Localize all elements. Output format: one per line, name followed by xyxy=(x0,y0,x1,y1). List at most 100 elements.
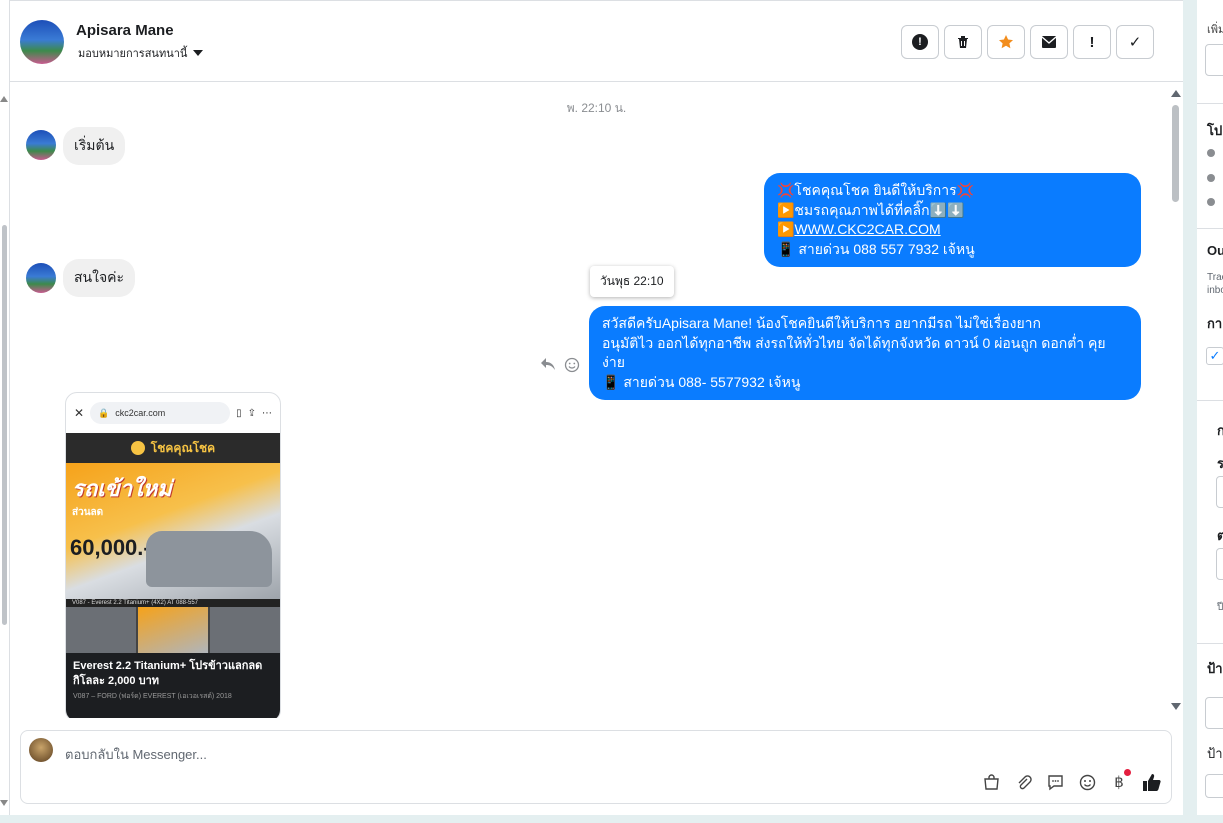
page-avatar xyxy=(29,738,53,762)
panel-input[interactable] xyxy=(1216,548,1223,580)
emoji-react-icon[interactable] xyxy=(564,357,580,373)
notification-dot xyxy=(1124,769,1131,776)
message-line: อนุมัติไว ออกได้ทุกอาชีพ ส่งรถให้ทั่วไทย… xyxy=(602,334,1106,371)
preview-subtitle: V087 – FORD (ฟอร์ด) EVEREST (เอเวอเรสต์)… xyxy=(73,693,232,700)
incoming-message[interactable]: เริ่มต้น xyxy=(63,127,126,165)
star-icon xyxy=(999,35,1013,49)
message-text: ▶️ชมรถคุณภาพได้ที่คลิ๊ก⬇️⬇️ xyxy=(777,201,965,218)
chat-scrollbar[interactable] xyxy=(1170,83,1182,718)
site-logo-icon xyxy=(130,441,145,455)
location-icon xyxy=(1207,198,1215,206)
reply-input[interactable]: ตอบกลับใน Messenger... xyxy=(65,744,207,765)
avatar[interactable] xyxy=(20,20,64,64)
checkbox-checked[interactable]: ✓ xyxy=(1206,347,1223,365)
panel-section-title: กา xyxy=(1207,316,1223,331)
panel-label: ป้า xyxy=(1207,746,1223,761)
reply-composer: ตอบกลับใน Messenger... ฿ xyxy=(20,730,1172,804)
panel-text: inbo xyxy=(1207,285,1223,296)
alert-circle-icon: ! xyxy=(912,34,928,50)
car-image xyxy=(146,531,272,587)
panel-section-title: ป้า xyxy=(1207,661,1223,676)
chevron-down-icon xyxy=(193,50,204,56)
left-scrollbar[interactable] xyxy=(0,0,10,815)
message-line: สวัสดีครับApisara Mane! น้องโชคยินดีให้บ… xyxy=(602,315,1042,331)
panel-label: ต xyxy=(1217,528,1223,543)
panel-label: ก xyxy=(1217,423,1223,438)
emoji-button[interactable] xyxy=(1077,772,1097,792)
delete-button[interactable] xyxy=(944,25,982,59)
divider xyxy=(1197,228,1223,229)
panel-input[interactable] xyxy=(1205,697,1223,729)
scroll-thumb[interactable] xyxy=(1172,105,1179,202)
like-button[interactable] xyxy=(1141,772,1161,792)
outgoing-message[interactable]: 💢โชคคุณโชค ยินดีให้บริการ💢 ▶️ชมรถคุณภาพไ… xyxy=(764,173,1141,267)
preview-title: Everest 2.2 Titanium+ โปรข้าวแลกลด กิโลล… xyxy=(73,660,263,687)
divider xyxy=(1197,643,1223,644)
paperclip-icon xyxy=(1018,774,1032,789)
preview-url: ckc2car.com xyxy=(115,408,166,418)
contact-name[interactable]: Apisara Mane xyxy=(76,22,174,39)
shop-button[interactable] xyxy=(981,772,1001,792)
composer-tools: ฿ xyxy=(981,769,1161,792)
message-line: ▶️ชมรถคุณภาพได้ที่คลิ๊ก⬇️⬇️ ▶️WWW.CKC2CA… xyxy=(777,201,1128,240)
envelope-icon xyxy=(1041,36,1057,48)
outgoing-message[interactable]: สวัสดีครับApisara Mane! น้องโชคยินดีให้บ… xyxy=(589,306,1141,400)
scroll-down-icon[interactable] xyxy=(1171,703,1181,710)
panel-label: ร xyxy=(1217,456,1223,471)
clock-icon xyxy=(1207,149,1215,157)
reply-icon[interactable] xyxy=(540,357,556,371)
report-spam-button[interactable]: ! xyxy=(901,25,939,59)
thumbnail xyxy=(210,607,280,653)
preview-image: รถเข้าใหม่ ส่วนลด 60,000.- xyxy=(66,463,280,599)
scroll-up-icon[interactable] xyxy=(1171,90,1181,97)
panel-text: Trac xyxy=(1207,272,1223,283)
message-line: 💢โชคคุณโชค ยินดีให้บริการ💢 xyxy=(777,182,975,198)
scroll-down-icon[interactable] xyxy=(0,800,8,806)
url-pill: 🔒 ckc2car.com xyxy=(90,402,231,424)
contact-details-panel: เพิ่ม โป Ou Trac inbo กา ✓ ก ร ต ปี ป้า … xyxy=(1197,0,1223,815)
panel-text: ปี xyxy=(1217,602,1223,613)
thumbnail xyxy=(66,607,136,653)
panel-input[interactable] xyxy=(1205,44,1223,76)
preview-headline: รถเข้าใหม่ xyxy=(72,476,172,501)
emoji-icon xyxy=(1079,774,1095,790)
shopping-bag-icon xyxy=(983,773,999,790)
website-link[interactable]: WWW.CKC2CAR.COM xyxy=(794,221,940,237)
panel-input[interactable] xyxy=(1205,774,1223,798)
preview-subline: ส่วนลด xyxy=(72,507,104,518)
panel-section-title: Ou xyxy=(1207,243,1223,258)
panel-input[interactable] xyxy=(1216,476,1223,508)
panel-label: เพิ่ม xyxy=(1207,24,1223,36)
avatar[interactable] xyxy=(26,263,56,293)
site-banner: โชคคุณโชค xyxy=(66,433,280,463)
star-button[interactable] xyxy=(987,25,1025,59)
panel-section-title: โป xyxy=(1207,123,1223,138)
attach-button[interactable] xyxy=(1013,772,1033,792)
site-name: โชคคุณโชค xyxy=(150,440,216,455)
baht-icon: ฿ xyxy=(1114,774,1124,791)
mark-unread-button[interactable] xyxy=(1030,25,1068,59)
divider xyxy=(1197,103,1223,104)
incoming-message[interactable]: สนใจค่ะ xyxy=(63,259,136,297)
message-time-tooltip: วันพุธ 22:10 xyxy=(590,266,674,297)
message-line: 📱 สายด่วน 088- 5577932 เจ้หนู xyxy=(602,373,801,390)
trash-icon xyxy=(958,36,968,48)
message-list: พ. 22:10 น. เริ่มต้น 💢โชคคุณโชค ยินดีให้… xyxy=(10,83,1183,718)
conversation-toolbar: ! ! ✓ xyxy=(901,25,1154,59)
close-icon: ✕ xyxy=(74,406,85,420)
share-icon: ⇪ xyxy=(247,407,256,419)
payment-button[interactable]: ฿ xyxy=(1109,769,1131,792)
scroll-up-icon[interactable] xyxy=(0,96,8,102)
message-actions xyxy=(540,357,580,373)
link-preview-card[interactable]: ✕ 🔒 ckc2car.com ▯ ⇪ ⋯ โชคคุณโชค รถเข้าให… xyxy=(65,392,281,718)
preview-strip: V087 - Everest 2.2 Titanium+ (4X2) AT 08… xyxy=(66,599,280,607)
saved-replies-button[interactable] xyxy=(1045,772,1065,792)
scroll-thumb[interactable] xyxy=(2,225,7,625)
mark-done-button[interactable]: ✓ xyxy=(1116,25,1154,59)
browser-bar: ✕ 🔒 ckc2car.com ▯ ⇪ ⋯ xyxy=(66,393,280,433)
follow-up-button[interactable]: ! xyxy=(1073,25,1111,59)
avatar[interactable] xyxy=(26,130,56,160)
message-text: ▶️ xyxy=(777,221,795,237)
assign-conversation[interactable]: มอบหมายการสนทนานี้ xyxy=(78,44,204,62)
thumbs-up-icon xyxy=(1142,773,1161,791)
